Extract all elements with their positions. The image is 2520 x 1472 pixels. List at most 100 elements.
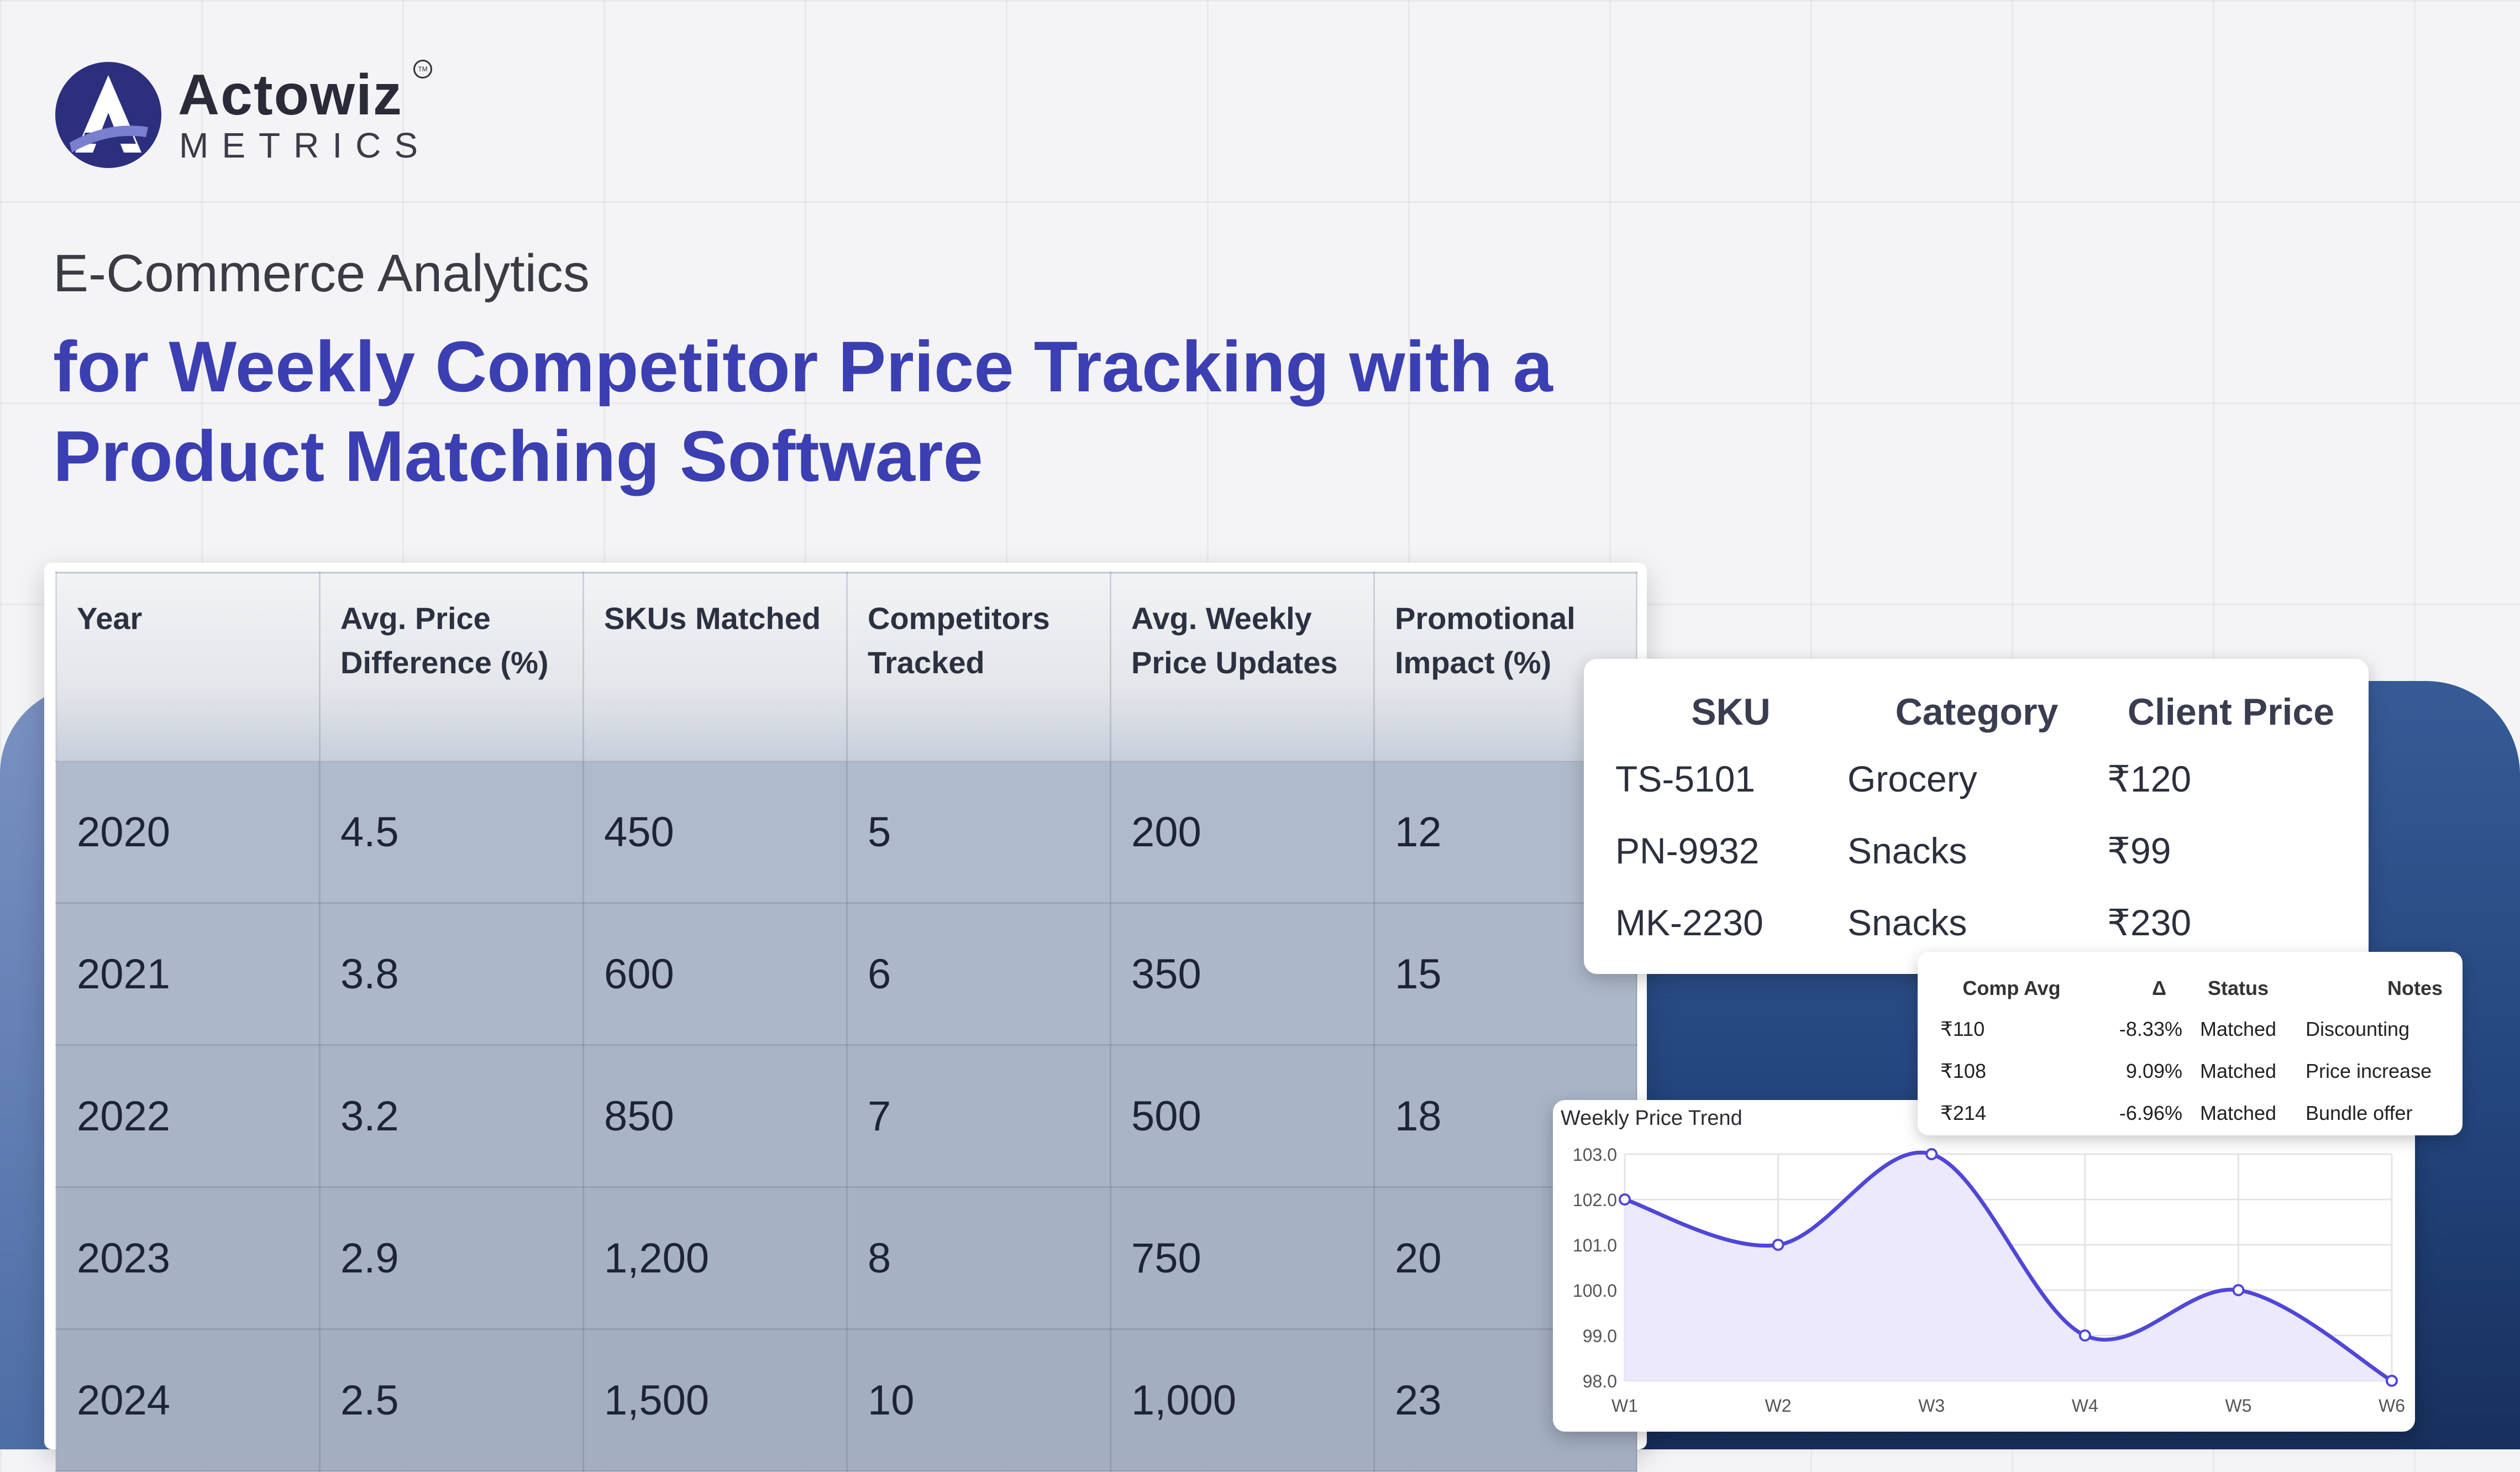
delta-cell: -6.96% xyxy=(2119,1102,2182,1124)
column-header: SKU xyxy=(1691,691,1771,733)
yearly-metrics-table: Year Avg. Price Difference (%) SKUs Matc… xyxy=(55,572,1637,1472)
brand-subtitle: METRICS xyxy=(179,125,431,165)
price-cell: ₹120 xyxy=(2107,758,2192,799)
x-tick-label: W3 xyxy=(1918,1396,1945,1416)
y-tick-label: 100.0 xyxy=(1573,1281,1617,1301)
comp-avg-cell: ₹214 xyxy=(1940,1102,1986,1124)
y-tick-label: 102.0 xyxy=(1573,1190,1617,1210)
table-cell: 6 xyxy=(846,902,1111,1046)
table-cell: 8 xyxy=(846,1186,1111,1330)
table-cell: 2.9 xyxy=(319,1186,584,1330)
y-tick-label: 101.0 xyxy=(1573,1235,1617,1255)
data-point xyxy=(2386,1375,2398,1387)
table-cell: 7 xyxy=(846,1044,1111,1188)
delta-cell: 9.09% xyxy=(2125,1060,2182,1082)
column-header: Client Price xyxy=(2127,691,2335,733)
table-cell: 600 xyxy=(582,902,848,1046)
series-area-fill xyxy=(1625,1153,2392,1381)
table-cell: 850 xyxy=(582,1044,848,1188)
status-cell: Matched xyxy=(2199,1102,2277,1124)
notes-cell: Discounting xyxy=(2306,1018,2410,1040)
table-header-row: Comp Avg Δ Status Notes xyxy=(1940,968,2448,1008)
data-point xyxy=(1772,1239,1784,1251)
sku-price-table: SKU Category Client Price TS-5101 Grocer… xyxy=(1615,681,2355,958)
weekly-price-trend-chart: Weekly Price Trend 103.0 102.0 101.0 100.0 9… xyxy=(1553,1100,2415,1432)
category-cell: Snacks xyxy=(1847,902,1967,943)
notes-cell: Bundle offer xyxy=(2306,1102,2413,1124)
table-cell: 5 xyxy=(846,760,1111,904)
table-cell: 1,500 xyxy=(582,1328,848,1472)
column-header: Status xyxy=(2207,977,2269,999)
table-row: 2021 3.8 600 6 350 15 xyxy=(55,902,1637,1046)
table-row: TS-5101 Grocery ₹120 xyxy=(1615,743,2355,815)
trademark-mark: TM xyxy=(413,60,432,78)
column-header: Δ xyxy=(2152,977,2166,999)
status-cell: Matched xyxy=(2199,1060,2277,1082)
table-row: ₹214 -6.96% Matched Bundle offer xyxy=(1940,1092,2448,1134)
y-tick-label: 103.0 xyxy=(1573,1145,1617,1165)
sku-cell: PN-9932 xyxy=(1615,830,1760,871)
competitor-comparison-card: Comp Avg Δ Status Notes ₹110 -8.33% Matc… xyxy=(1918,952,2463,1135)
data-point xyxy=(2232,1284,2245,1296)
page-title: for Weekly Competitor Price Tracking wit… xyxy=(53,326,1553,496)
data-point xyxy=(1619,1193,1631,1206)
table-header-row: Year Avg. Price Difference (%) SKUs Matc… xyxy=(55,572,1637,762)
status-cell: Matched xyxy=(2199,1018,2277,1040)
column-header: Notes xyxy=(2387,977,2443,999)
table-header-row: SKU Category Client Price xyxy=(1615,681,2355,743)
competitor-comparison-table: Comp Avg Δ Status Notes ₹110 -8.33% Matc… xyxy=(1940,968,2448,1134)
table-cell: 1,000 xyxy=(1110,1328,1375,1472)
x-tick-label: W5 xyxy=(2225,1396,2251,1416)
table-cell: 1,200 xyxy=(582,1186,848,1330)
table-row: 2023 2.9 1,200 8 750 20 xyxy=(55,1186,1637,1330)
column-header: Avg. Weekly Price Updates xyxy=(1110,572,1375,762)
column-header: Avg. Price Difference (%) xyxy=(319,572,584,762)
table-row: MK-2230 Snacks ₹230 xyxy=(1615,887,2355,958)
column-header: Category xyxy=(1895,691,2059,733)
y-tick-label: 99.0 xyxy=(1583,1326,1617,1346)
table-row: 2024 2.5 1,500 10 1,000 23 xyxy=(55,1328,1637,1472)
actowiz-a-logo-icon xyxy=(55,62,161,168)
data-point xyxy=(2078,1329,2091,1342)
table-cell: 2020 xyxy=(55,760,321,904)
brand-logo[interactable]: Actowiz TM METRICS xyxy=(53,60,451,170)
yearly-metrics-card: Year Avg. Price Difference (%) SKUs Matc… xyxy=(44,563,1647,1472)
table-cell: 500 xyxy=(1110,1044,1375,1188)
price-cell: ₹99 xyxy=(2107,830,2171,871)
column-header: Year xyxy=(55,572,321,762)
table-row: PN-9932 Snacks ₹99 xyxy=(1615,815,2355,887)
table-cell: 3.8 xyxy=(319,902,584,1046)
delta-cell: -8.33% xyxy=(2119,1018,2182,1040)
table-cell: 350 xyxy=(1110,902,1375,1046)
category-cell: Grocery xyxy=(1847,758,1977,799)
notes-cell: Price increase xyxy=(2306,1060,2432,1082)
sku-cell: TS-5101 xyxy=(1615,758,1756,799)
page-subtitle: E-Commerce Analytics xyxy=(53,244,590,303)
category-cell: Snacks xyxy=(1847,830,1967,871)
x-tick-label: W2 xyxy=(1765,1396,1792,1416)
sku-cell: MK-2230 xyxy=(1615,902,1763,943)
column-header: Comp Avg xyxy=(1962,977,2061,999)
x-tick-label: W1 xyxy=(1611,1396,1638,1416)
table-row: ₹108 9.09% Matched Price increase xyxy=(1940,1050,2448,1092)
table-cell: 2024 xyxy=(55,1328,321,1472)
x-tick-label: W6 xyxy=(2379,1396,2405,1416)
column-header: Competitors Tracked xyxy=(846,572,1111,762)
table-row: 2020 4.5 450 5 200 12 xyxy=(55,760,1637,904)
table-cell: 10 xyxy=(846,1328,1111,1472)
table-cell: 200 xyxy=(1110,760,1375,904)
y-tick-label: 98.0 xyxy=(1583,1371,1617,1391)
table-cell: 750 xyxy=(1110,1186,1375,1330)
table-row: 2022 3.2 850 7 500 18 xyxy=(55,1044,1637,1188)
table-cell: 450 xyxy=(582,760,848,904)
column-header: SKUs Matched xyxy=(582,572,848,762)
table-cell: 2022 xyxy=(55,1044,321,1188)
x-tick-label: W4 xyxy=(2072,1396,2098,1416)
chart-plot: 103.0 102.0 101.0 100.0 99.0 98.0 W1 W2 W3 W4 W5 W6 xyxy=(1573,1145,2405,1416)
table-cell: 3.2 xyxy=(319,1044,584,1188)
comp-avg-cell: ₹108 xyxy=(1940,1060,1986,1082)
price-cell: ₹230 xyxy=(2107,902,2192,943)
table-cell: 4.5 xyxy=(319,760,584,904)
table-row: ₹110 -8.33% Matched Discounting xyxy=(1940,1008,2448,1050)
sku-price-card: SKU Category Client Price TS-5101 Grocer… xyxy=(1584,659,2369,974)
